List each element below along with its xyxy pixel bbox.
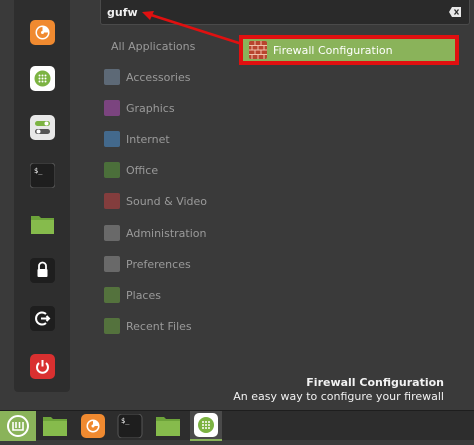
files-icon[interactable] xyxy=(30,212,55,237)
clear-search-icon[interactable] xyxy=(449,7,461,17)
recent-files-icon xyxy=(104,318,120,334)
firefox-icon[interactable] xyxy=(30,20,55,45)
favorites-panel: $_ xyxy=(0,0,88,410)
menu-icon[interactable] xyxy=(0,411,36,441)
favorites-strip xyxy=(14,0,70,392)
svg-text:$_: $_ xyxy=(121,417,130,425)
administration-icon xyxy=(104,225,120,241)
power-icon[interactable] xyxy=(30,354,55,379)
software-manager-icon[interactable] xyxy=(30,66,55,91)
internet-icon xyxy=(104,131,120,147)
category-label: Graphics xyxy=(126,101,175,115)
annotation-arrow xyxy=(142,11,243,46)
taskbar: $_ xyxy=(0,410,474,441)
category-label: Preferences xyxy=(126,257,191,271)
category-preferences[interactable]: Preferences xyxy=(104,253,234,275)
category-accessories[interactable]: Accessories xyxy=(104,66,234,88)
search-result-label: Firewall Configuration xyxy=(273,43,393,57)
software-manager-icon[interactable] xyxy=(190,411,222,441)
category-recent-files[interactable]: Recent Files xyxy=(104,315,234,337)
category-sound-video[interactable]: Sound & Video xyxy=(104,190,234,212)
office-icon xyxy=(104,162,120,178)
category-label: Internet xyxy=(126,132,170,146)
system-settings-icon[interactable] xyxy=(30,115,55,140)
category-label: Administration xyxy=(126,226,207,240)
sound-video-icon xyxy=(104,193,120,209)
category-label: Accessories xyxy=(126,70,191,84)
graphics-icon xyxy=(104,100,120,116)
preferences-icon xyxy=(104,256,120,272)
logout-icon[interactable] xyxy=(30,306,55,331)
svg-text:$_: $_ xyxy=(34,167,43,175)
category-administration[interactable]: Administration xyxy=(104,222,234,244)
firefox-icon[interactable] xyxy=(80,414,106,438)
description-title: Firewall Configuration xyxy=(306,376,444,389)
description-text: An easy way to configure your firewall xyxy=(233,390,444,403)
category-label: Sound & Video xyxy=(126,194,208,208)
places-icon xyxy=(104,287,120,303)
category-places[interactable]: Places xyxy=(104,284,234,306)
files-icon[interactable] xyxy=(155,414,181,438)
category-label: Office xyxy=(126,163,159,177)
terminal-icon[interactable]: $_ xyxy=(30,163,55,188)
category-label: Places xyxy=(126,288,161,302)
accessories-icon xyxy=(104,69,120,85)
show-desktop-icon[interactable] xyxy=(42,414,68,438)
search-result-firewall[interactable]: Firewall Configuration xyxy=(239,35,459,65)
category-internet[interactable]: Internet xyxy=(104,128,234,150)
application-menu: $_ gufw All Applications Accessories Gra… xyxy=(0,0,474,410)
terminal-icon[interactable]: $_ xyxy=(117,413,143,439)
category-label: Recent Files xyxy=(126,319,192,333)
category-office[interactable]: Office xyxy=(104,159,234,181)
category-graphics[interactable]: Graphics xyxy=(104,97,234,119)
firewall-icon xyxy=(249,41,267,59)
lock-screen-icon[interactable] xyxy=(30,258,55,283)
search-result-row[interactable]: Firewall Configuration xyxy=(243,39,455,61)
